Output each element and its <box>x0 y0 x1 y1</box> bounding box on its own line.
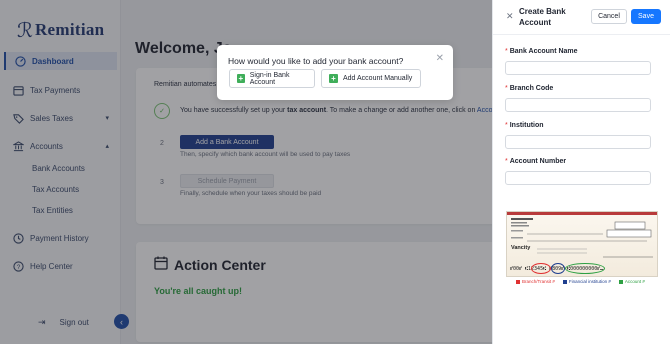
bank-account-name-label: * Bank Account Name <box>505 48 578 55</box>
legend-label: Branch/Transit # <box>522 279 555 284</box>
field-label-text: Account Number <box>509 158 567 165</box>
legend-account: Account # <box>618 279 645 284</box>
option-label: Sign-in Bank Account <box>249 71 290 86</box>
account-number-highlight <box>565 263 605 274</box>
field-label-text: Bank Account Name <box>509 48 578 55</box>
create-bank-account-drawer: ✕ Create Bank Account Cancel Save * Bank … <box>492 0 670 344</box>
legend-label: Financial institution # <box>568 279 611 284</box>
field-label-text: Institution <box>509 122 544 129</box>
drawer-header: ✕ Create Bank Account Cancel Save <box>493 0 670 35</box>
required-marker: * <box>505 158 508 165</box>
plus-icon: + <box>329 74 338 83</box>
institution-label: * Institution <box>505 122 544 129</box>
legend-swatch <box>516 279 520 284</box>
required-marker: * <box>505 85 508 92</box>
required-marker: * <box>505 48 508 55</box>
popover-title: How would you like to add your bank acco… <box>228 56 404 66</box>
close-icon[interactable]: ✕ <box>506 11 514 22</box>
cancel-button[interactable]: Cancel <box>591 9 627 24</box>
institution-input[interactable] <box>505 135 651 149</box>
legend-swatch <box>562 279 567 284</box>
branch-code-label: * Branch Code <box>505 85 553 92</box>
sample-cheque-image: Vancity ⑈00⑈ ⑆12345⑆ ⑈809⑈ ⑆000000000⑈⑉ <box>506 211 658 277</box>
legend-branch-transit: Branch/Transit # <box>516 279 555 284</box>
add-account-manually-button[interactable]: + Add Account Manually <box>321 69 421 88</box>
save-button[interactable]: Save <box>631 9 661 24</box>
institution-highlight <box>551 263 565 274</box>
branch-transit-highlight <box>531 263 551 274</box>
drawer-title: Create Bank Account <box>519 7 566 27</box>
cheque-bank-name: Vancity <box>511 245 531 251</box>
add-bank-account-popover: How would you like to add your bank acco… <box>217 45 453 100</box>
sign-in-bank-account-button[interactable]: + Sign-in Bank Account <box>229 69 315 88</box>
field-label-text: Branch Code <box>509 85 554 92</box>
account-number-input[interactable] <box>505 171 651 185</box>
close-icon[interactable]: ✕ <box>436 53 444 64</box>
bank-account-name-input[interactable] <box>505 61 651 75</box>
cheque-legend: Branch/Transit # Financial institution #… <box>516 279 653 284</box>
option-label: Add Account Manually <box>343 75 413 82</box>
account-number-label: * Account Number <box>505 158 566 165</box>
legend-swatch <box>618 279 623 284</box>
plus-icon: + <box>237 74 245 83</box>
legend-label: Account # <box>624 279 645 284</box>
required-marker: * <box>505 122 508 129</box>
branch-code-input[interactable] <box>505 98 651 112</box>
legend-institution: Financial institution # <box>562 279 611 284</box>
